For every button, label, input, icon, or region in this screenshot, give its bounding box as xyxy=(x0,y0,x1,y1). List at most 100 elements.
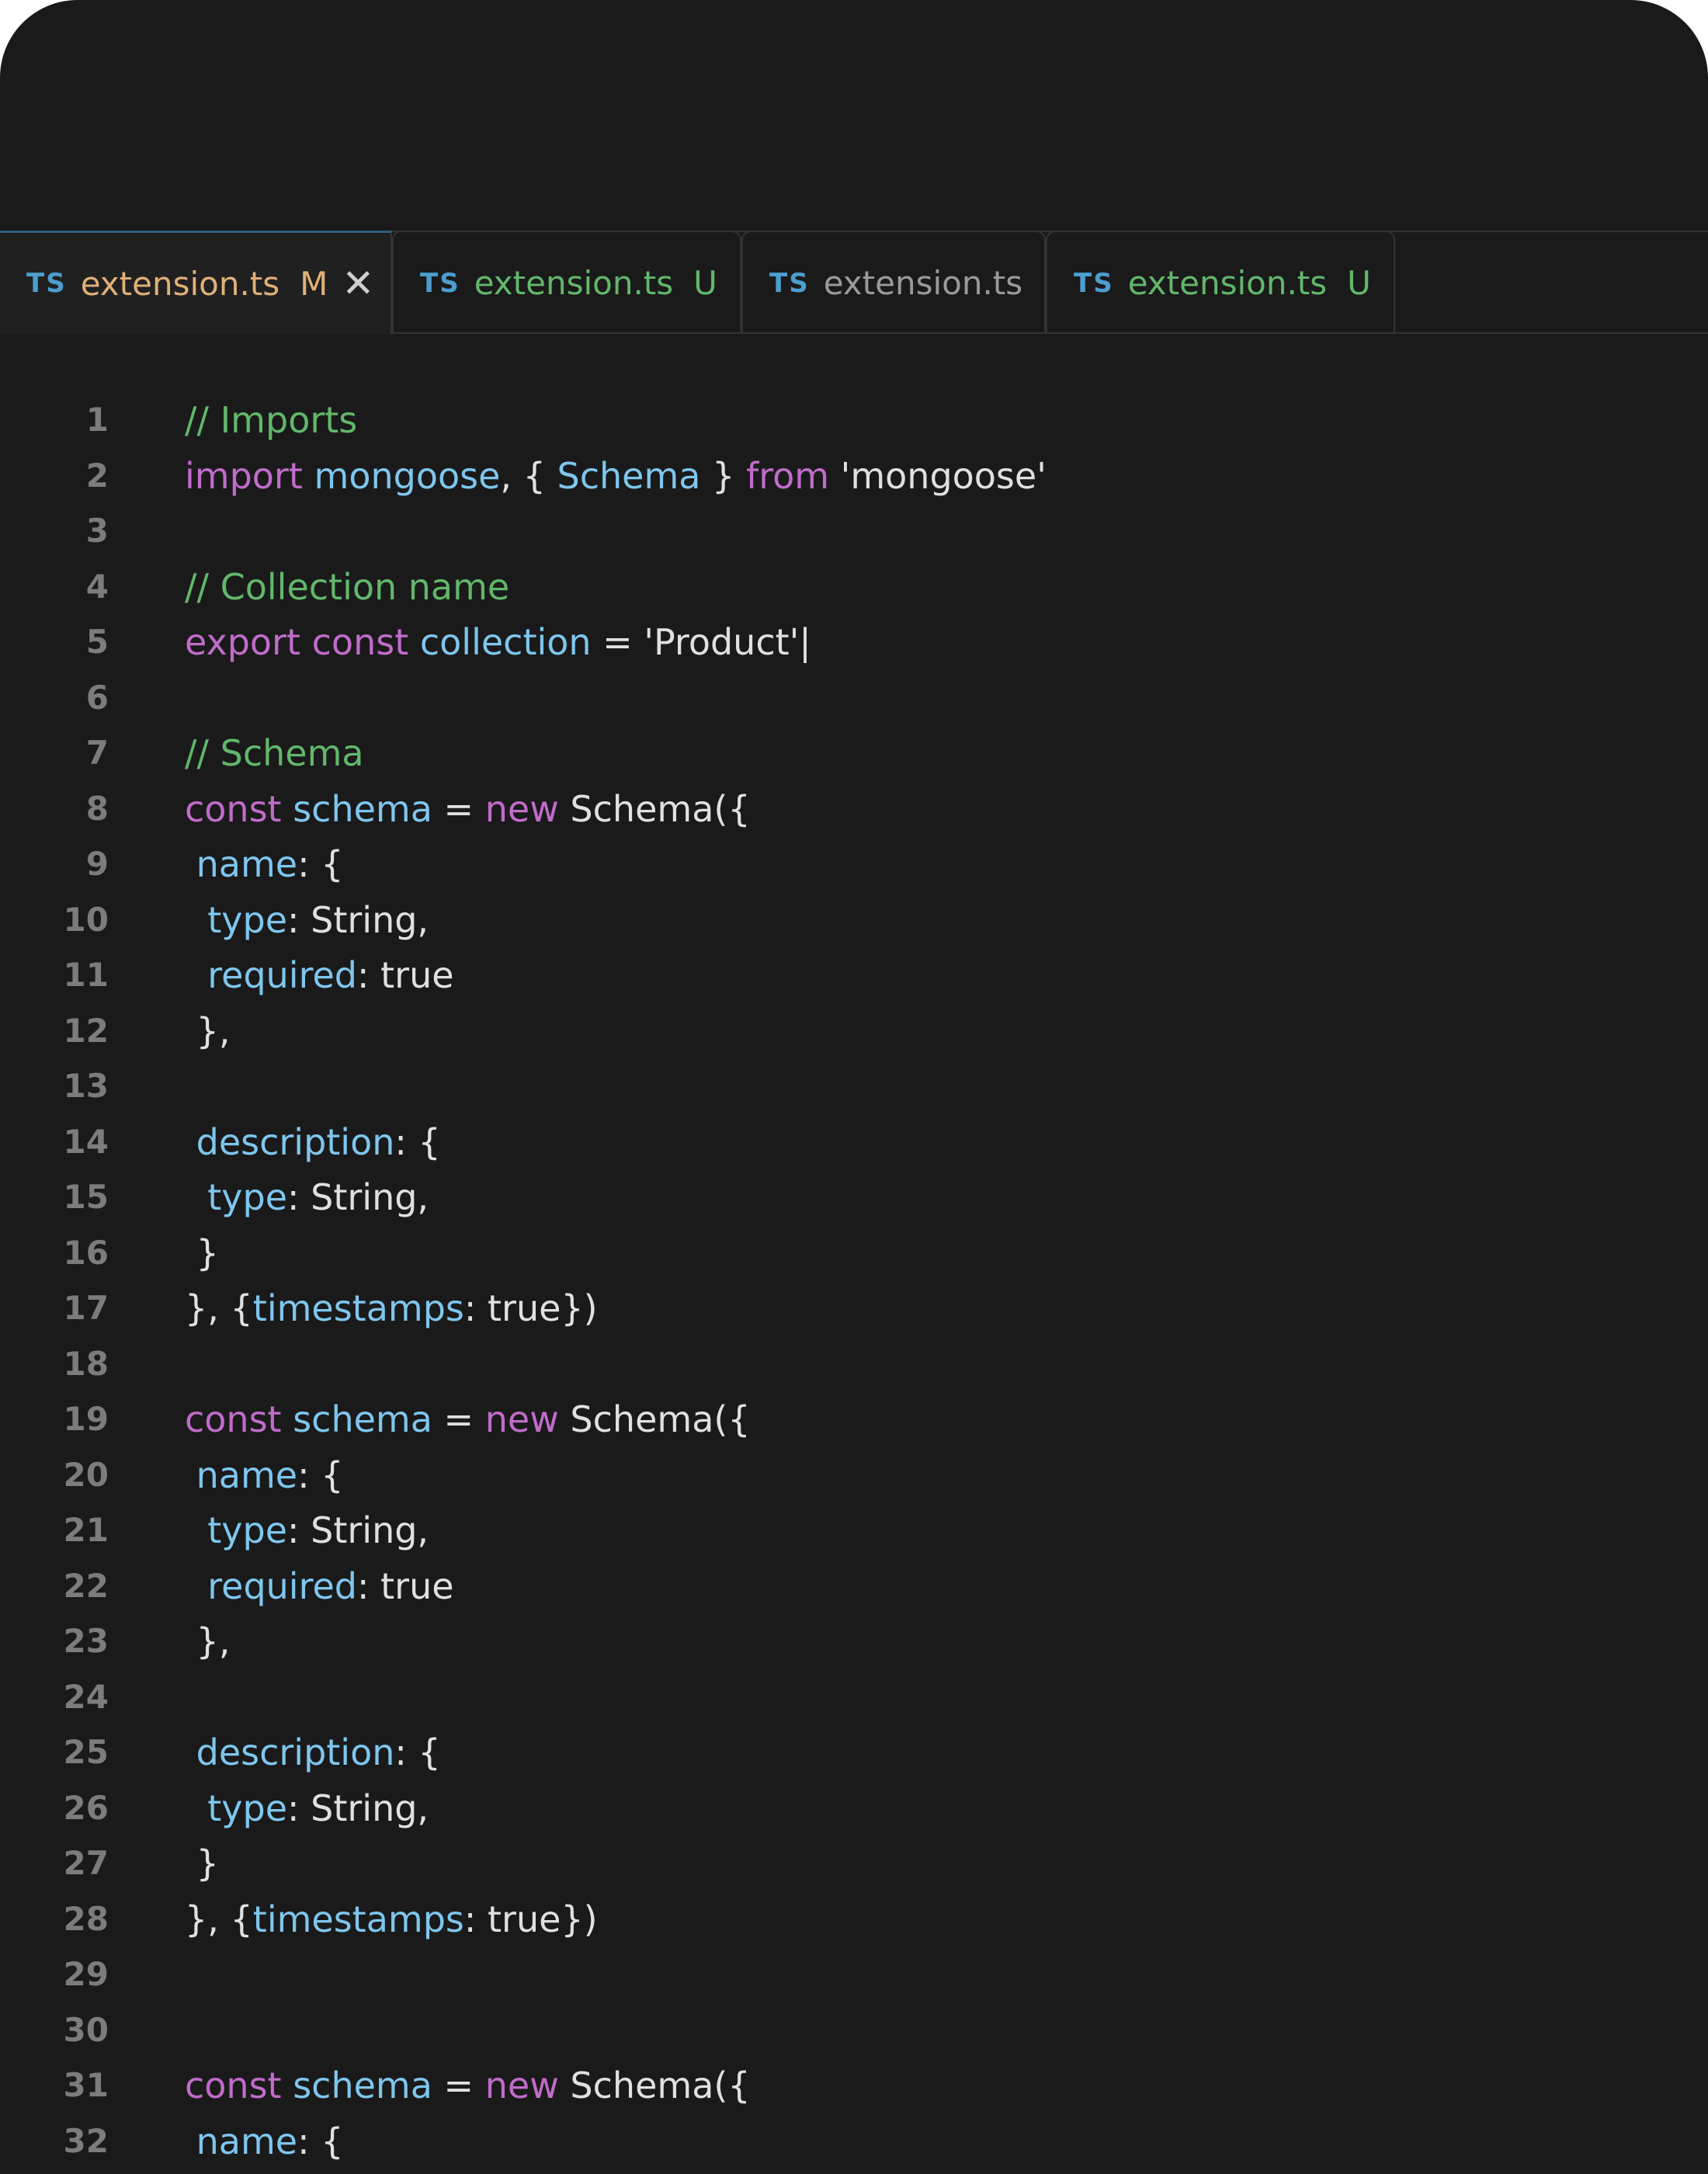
git-status-badge: M xyxy=(300,264,328,303)
code-token: }, xyxy=(185,1620,231,1662)
tab-label: extension.ts xyxy=(823,264,1023,302)
code-token: Schema xyxy=(557,454,701,497)
code-token: : { xyxy=(297,1453,344,1496)
code-token: name xyxy=(196,2120,298,2162)
code-token: new xyxy=(484,1398,559,1440)
code-token: schema xyxy=(293,2065,432,2106)
code-line: type: String, xyxy=(185,1509,429,1552)
line-number: 8 xyxy=(85,789,109,828)
line-number: 10 xyxy=(63,900,109,939)
line-number: 26 xyxy=(63,1788,109,1827)
code-token: } xyxy=(185,1231,219,1274)
code-token: : { xyxy=(394,1120,441,1163)
tab-label: extension.ts xyxy=(1127,264,1328,302)
line-number: 2 xyxy=(85,456,109,495)
code-line: description: { xyxy=(185,1731,441,1774)
editor-window: TS extension.ts M ✕ TS extension.ts U TS… xyxy=(0,0,1708,2174)
code-token: : { xyxy=(394,1731,441,1773)
code-token: type xyxy=(207,1509,288,1551)
code-token: : String, xyxy=(287,1787,429,1829)
line-number: 12 xyxy=(63,1011,109,1050)
code-token: new xyxy=(484,2065,559,2106)
git-status-badge: U xyxy=(1347,264,1371,302)
close-icon[interactable]: ✕ xyxy=(342,261,374,306)
line-number: 16 xyxy=(63,1233,109,1272)
line-number: 31 xyxy=(63,2066,109,2104)
code-token: Schema({ xyxy=(558,2065,751,2106)
code-line: // Schema xyxy=(185,731,364,775)
code-token: const xyxy=(185,787,282,830)
code-line: }, xyxy=(185,1620,231,1663)
code-line: name: { xyxy=(185,1453,344,1497)
code-token: = xyxy=(432,2065,485,2106)
git-status-badge: U xyxy=(693,264,717,302)
code-line: // Collection name xyxy=(185,565,509,609)
code-line: }, xyxy=(185,1009,231,1053)
code-line: required: true xyxy=(185,953,453,997)
code-token: // Collection name xyxy=(185,565,510,608)
line-number: 28 xyxy=(63,1899,109,1938)
code-token: export xyxy=(185,621,301,663)
line-number: 11 xyxy=(63,956,109,994)
code-token: collection xyxy=(419,621,592,663)
code-token: required xyxy=(207,1565,357,1607)
line-number: 7 xyxy=(85,734,109,772)
code-line: description: { xyxy=(185,1120,441,1164)
typescript-file-icon: TS xyxy=(26,268,67,299)
code-line: export const collection = 'Product'| xyxy=(185,620,811,664)
code-token: schema xyxy=(293,1398,432,1440)
code-token: // Imports xyxy=(185,399,358,441)
code-line: required: true xyxy=(185,1565,453,1608)
code-token: type xyxy=(207,1176,288,1218)
code-token: : { xyxy=(297,843,344,885)
line-number: 24 xyxy=(63,1677,109,1716)
tab-extension-untracked-2[interactable]: TS extension.ts U xyxy=(1046,231,1395,334)
line-number: 27 xyxy=(63,1844,109,1882)
line-number: 19 xyxy=(63,1400,109,1438)
code-token: : String, xyxy=(287,1509,429,1551)
line-number: 3 xyxy=(85,512,109,550)
code-token: // Schema xyxy=(185,732,364,774)
code-token: const xyxy=(185,2065,282,2106)
tab-extension-untracked[interactable]: TS extension.ts U xyxy=(392,231,741,334)
code-line: const schema = new Schema({ xyxy=(185,787,751,831)
code-line: type: String, xyxy=(185,1176,429,1219)
tab-extension[interactable]: TS extension.ts xyxy=(741,231,1046,334)
line-number: 4 xyxy=(85,567,109,606)
code-token: name xyxy=(196,843,298,885)
typescript-file-icon: TS xyxy=(420,267,460,299)
line-number: 5 xyxy=(85,623,109,661)
code-token: : { xyxy=(297,2120,344,2162)
code-token: type xyxy=(207,898,288,941)
code-token: type xyxy=(207,1787,288,1829)
code-line: } xyxy=(185,1231,219,1275)
code-token: = xyxy=(432,787,485,830)
line-number: 15 xyxy=(63,1178,109,1216)
code-token: = 'Product'| xyxy=(591,621,811,663)
tab-label: extension.ts xyxy=(474,264,674,302)
tab-bar: TS extension.ts M ✕ TS extension.ts U TS… xyxy=(0,231,1708,334)
code-token: }, xyxy=(185,1009,231,1052)
line-number: 6 xyxy=(85,678,109,717)
line-number: 29 xyxy=(63,1955,109,1993)
tab-extension-modified[interactable]: TS extension.ts M ✕ xyxy=(0,231,392,334)
line-number: 22 xyxy=(63,1566,109,1605)
code-token: from xyxy=(746,454,830,497)
code-token: 'mongoose' xyxy=(829,454,1047,497)
code-token: }, { xyxy=(185,1287,253,1329)
code-line: // Imports xyxy=(185,398,357,442)
tab-label: extension.ts xyxy=(80,264,280,303)
code-token: = xyxy=(432,1398,485,1440)
